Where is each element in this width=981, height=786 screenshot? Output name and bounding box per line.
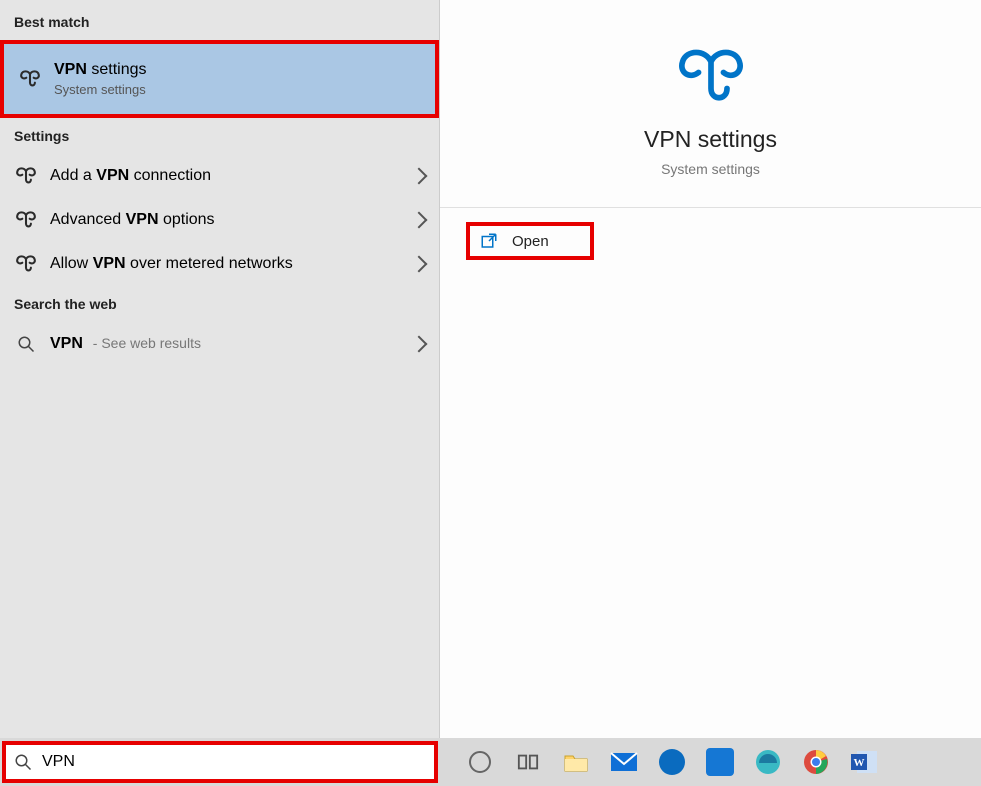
vpn-icon — [14, 210, 38, 230]
settings-item-advanced-vpn[interactable]: Advanced VPN options — [0, 198, 439, 242]
settings-item-add-vpn[interactable]: Add a VPN connection — [0, 154, 439, 198]
svg-text:W: W — [854, 757, 865, 769]
result-title: Advanced VPN options — [50, 211, 413, 229]
chevron-right-icon — [411, 256, 428, 273]
vpn-icon — [14, 254, 38, 274]
search-results-window: Best match VPN settings System settings … — [0, 0, 981, 738]
app-tile-icon — [706, 748, 734, 776]
edge-button[interactable] — [744, 738, 792, 786]
best-match-title: VPN settings — [54, 61, 421, 79]
result-title: VPN - See web results — [50, 335, 413, 353]
chrome-icon — [803, 749, 829, 775]
app-tile-button[interactable] — [696, 738, 744, 786]
edge-icon — [755, 749, 781, 775]
results-left-pane: Best match VPN settings System settings … — [0, 0, 440, 738]
detail-subtitle: System settings — [661, 161, 760, 177]
result-title: Allow VPN over metered networks — [50, 255, 413, 273]
vpn-icon — [18, 69, 42, 89]
mail-button[interactable] — [600, 738, 648, 786]
mail-icon — [610, 750, 638, 774]
cortana-icon — [469, 751, 491, 773]
vpn-icon-large — [679, 48, 743, 104]
search-input[interactable] — [42, 753, 426, 771]
taskbar: W — [0, 738, 981, 786]
section-settings: Settings — [0, 118, 439, 154]
task-view-icon — [517, 751, 539, 773]
vpn-icon — [14, 166, 38, 186]
cortana-button[interactable] — [456, 738, 504, 786]
chevron-right-icon — [411, 168, 428, 185]
section-best-match: Best match — [0, 4, 439, 40]
open-button[interactable]: Open — [466, 222, 594, 260]
chevron-right-icon — [411, 336, 428, 353]
detail-pane: VPN settings System settings Open — [440, 0, 981, 738]
file-explorer-button[interactable] — [552, 738, 600, 786]
chevron-right-icon — [411, 212, 428, 229]
result-title: Add a VPN connection — [50, 167, 413, 185]
taskbar-search-box[interactable] — [2, 741, 438, 783]
search-icon — [14, 753, 32, 771]
section-web: Search the web — [0, 286, 439, 322]
dell-icon — [659, 749, 685, 775]
detail-header: VPN settings System settings — [440, 0, 981, 208]
task-view-button[interactable] — [504, 738, 552, 786]
search-icon — [14, 335, 38, 353]
word-button[interactable]: W — [840, 738, 888, 786]
best-match-vpn-settings[interactable]: VPN settings System settings — [0, 40, 439, 118]
chrome-button[interactable] — [792, 738, 840, 786]
best-match-subtitle: System settings — [54, 82, 421, 97]
open-label: Open — [512, 233, 549, 250]
settings-item-metered-vpn[interactable]: Allow VPN over metered networks — [0, 242, 439, 286]
word-icon: W — [850, 749, 878, 775]
web-result-vpn[interactable]: VPN - See web results — [0, 322, 439, 366]
folder-icon — [563, 750, 589, 774]
dell-app-button[interactable] — [648, 738, 696, 786]
detail-title: VPN settings — [644, 126, 777, 153]
open-icon — [480, 232, 498, 250]
